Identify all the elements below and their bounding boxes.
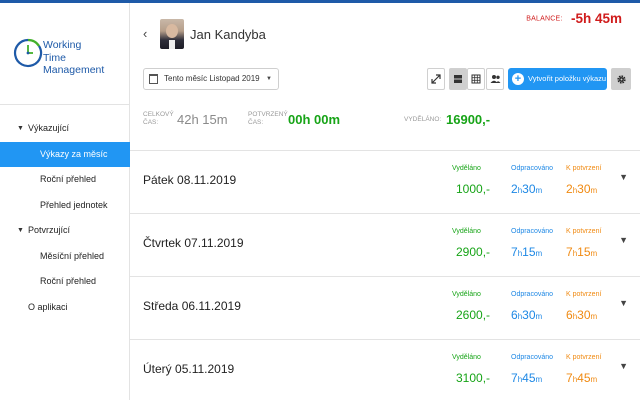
earned-col-value: 2600,- bbox=[456, 308, 491, 322]
earned-col-label: Vyděláno bbox=[452, 228, 481, 235]
earned-col-label: Vyděláno bbox=[452, 354, 481, 361]
pending-col-label: K potvrzení bbox=[566, 228, 602, 235]
expand-view-button[interactable] bbox=[427, 68, 445, 90]
chevron-down-icon[interactable]: ▼ bbox=[619, 235, 628, 245]
total-time-label: CELKOVÝ ČAS: bbox=[143, 111, 174, 126]
sidebar-item-label: Roční přehled bbox=[40, 276, 97, 286]
caret-down-icon: ▼ bbox=[17, 125, 24, 132]
worked-col-value: 7h45m bbox=[511, 371, 543, 385]
logo-text: Working Time Management bbox=[43, 39, 105, 76]
sidebar-item-label: Měsíční přehled bbox=[40, 250, 105, 261]
sidebar-item-mesicni-prehled[interactable]: Měsíční přehled bbox=[0, 244, 130, 270]
list-view-button[interactable] bbox=[449, 68, 467, 90]
sidebar-section-vykazujici[interactable]: ▼ Výkazující bbox=[0, 116, 130, 142]
user-name: Jan Kandyba bbox=[190, 27, 266, 42]
chevron-down-icon[interactable]: ▼ bbox=[619, 172, 628, 182]
sidebar-item-label: O aplikaci bbox=[28, 301, 68, 312]
sidebar-item-vykazy-za-mesic[interactable]: Výkazy za měsíc bbox=[0, 141, 130, 167]
earned-label: VYDĚLÁNO: bbox=[404, 116, 442, 123]
worked-col-label: Odpracováno bbox=[511, 291, 554, 298]
month-select[interactable]: Tento měsíc Listopad 2019 ▼ bbox=[143, 68, 279, 90]
sidebar: Working Time Management ▼ Výkazující Výk… bbox=[0, 3, 130, 400]
sidebar-item-label: Výkazy za měsíc bbox=[40, 148, 108, 159]
app-logo[interactable]: Working Time Management bbox=[13, 36, 128, 86]
gear-icon bbox=[616, 74, 626, 84]
day-title: Čtvrtek 07.11.2019 bbox=[143, 236, 244, 250]
calendar-icon bbox=[149, 74, 158, 84]
earned-col-value: 2900,- bbox=[456, 245, 491, 259]
sidebar-divider bbox=[0, 104, 130, 105]
month-select-value: Tento měsíc Listopad 2019 bbox=[164, 74, 260, 83]
balance-label: BALANCE: bbox=[526, 15, 563, 23]
sidebar-section-potvrzujici[interactable]: ▼ Potvrzující bbox=[0, 218, 130, 244]
sidebar-item-label: Přehled jednotek bbox=[40, 199, 108, 210]
pending-col-label: K potvrzení bbox=[566, 291, 602, 298]
earned-col-value: 1000,- bbox=[456, 182, 491, 196]
pending-col-value: 7h45m bbox=[566, 371, 598, 385]
day-row[interactable]: Středa 06.11.2019 Vyděláno 2600,- Odprac… bbox=[130, 277, 640, 339]
earned-value: 16900,- bbox=[446, 112, 491, 127]
earned-col-label: Vyděláno bbox=[452, 165, 481, 172]
balance-indicator: BALANCE: -5h 45m bbox=[526, 10, 622, 28]
worked-col-label: Odpracováno bbox=[511, 228, 554, 235]
table-view-button[interactable] bbox=[467, 68, 485, 90]
pending-col-label: K potvrzení bbox=[566, 165, 602, 172]
pending-col-value: 6h30m bbox=[566, 308, 598, 322]
sidebar-item-prehled-jednotek[interactable]: Přehled jednotek bbox=[0, 193, 130, 219]
chevron-down-icon[interactable]: ▼ bbox=[619, 361, 628, 371]
sidebar-nav: ▼ Výkazující Výkazy za měsíc Roční přehl… bbox=[0, 116, 130, 320]
clock-logo-icon bbox=[13, 38, 43, 68]
sidebar-item-label: Potvrzující bbox=[28, 225, 71, 235]
dropdown-arrow-icon: ▼ bbox=[266, 76, 272, 82]
worked-col-label: Odpracováno bbox=[511, 165, 554, 172]
sidebar-item-label: Roční přehled bbox=[40, 174, 97, 184]
day-title: Úterý 05.11.2019 bbox=[143, 362, 235, 376]
day-title: Středa 06.11.2019 bbox=[143, 299, 241, 313]
create-report-item-button[interactable]: + Vytvořit položku výkazu bbox=[508, 68, 607, 90]
pending-col-value: 7h15m bbox=[566, 245, 598, 259]
chevron-down-icon[interactable]: ▼ bbox=[619, 298, 628, 308]
earned-col-value: 3100,- bbox=[456, 371, 491, 385]
grid-icon bbox=[471, 74, 481, 84]
day-title: Pátek 08.11.2019 bbox=[143, 173, 237, 187]
sidebar-item-label: Výkazující bbox=[28, 123, 70, 133]
users-icon bbox=[490, 75, 500, 83]
plus-icon: + bbox=[512, 73, 524, 85]
total-time-value: 42h 15m bbox=[177, 112, 228, 127]
users-view-button[interactable] bbox=[486, 68, 504, 90]
confirmed-time-label: POTVRZENÝ ČAS: bbox=[248, 111, 288, 126]
worked-col-label: Odpracováno bbox=[511, 354, 554, 361]
pending-col-value: 2h30m bbox=[566, 182, 598, 196]
back-chevron-icon[interactable]: ‹ bbox=[143, 26, 147, 41]
sidebar-item-rocni-prehled-potvrzujici[interactable]: Roční přehled bbox=[0, 269, 130, 295]
earned-col-label: Vyděláno bbox=[452, 291, 481, 298]
confirmed-time-value: 00h 00m bbox=[288, 112, 341, 127]
settings-button[interactable] bbox=[611, 68, 631, 90]
caret-down-icon: ▼ bbox=[17, 227, 24, 234]
sidebar-item-rocni-prehled[interactable]: Roční přehled bbox=[0, 167, 130, 193]
balance-value: -5h 45m bbox=[570, 11, 622, 27]
day-row[interactable]: Úterý 05.11.2019 Vyděláno 3100,- Odpraco… bbox=[130, 340, 640, 400]
day-row[interactable]: Pátek 08.11.2019 Vyděláno 1000,- Odpraco… bbox=[130, 151, 640, 213]
worked-col-value: 2h30m bbox=[511, 182, 543, 196]
day-row[interactable]: Čtvrtek 07.11.2019 Vyděláno 2900,- Odpra… bbox=[130, 214, 640, 276]
sidebar-item-o-aplikaci[interactable]: O aplikaci bbox=[0, 295, 130, 321]
worked-col-value: 6h30m bbox=[511, 308, 543, 322]
worked-col-value: 7h15m bbox=[511, 245, 543, 259]
list-icon bbox=[454, 75, 462, 83]
pending-col-label: K potvrzení bbox=[566, 354, 602, 361]
expand-icon bbox=[431, 74, 441, 84]
avatar bbox=[160, 19, 184, 49]
